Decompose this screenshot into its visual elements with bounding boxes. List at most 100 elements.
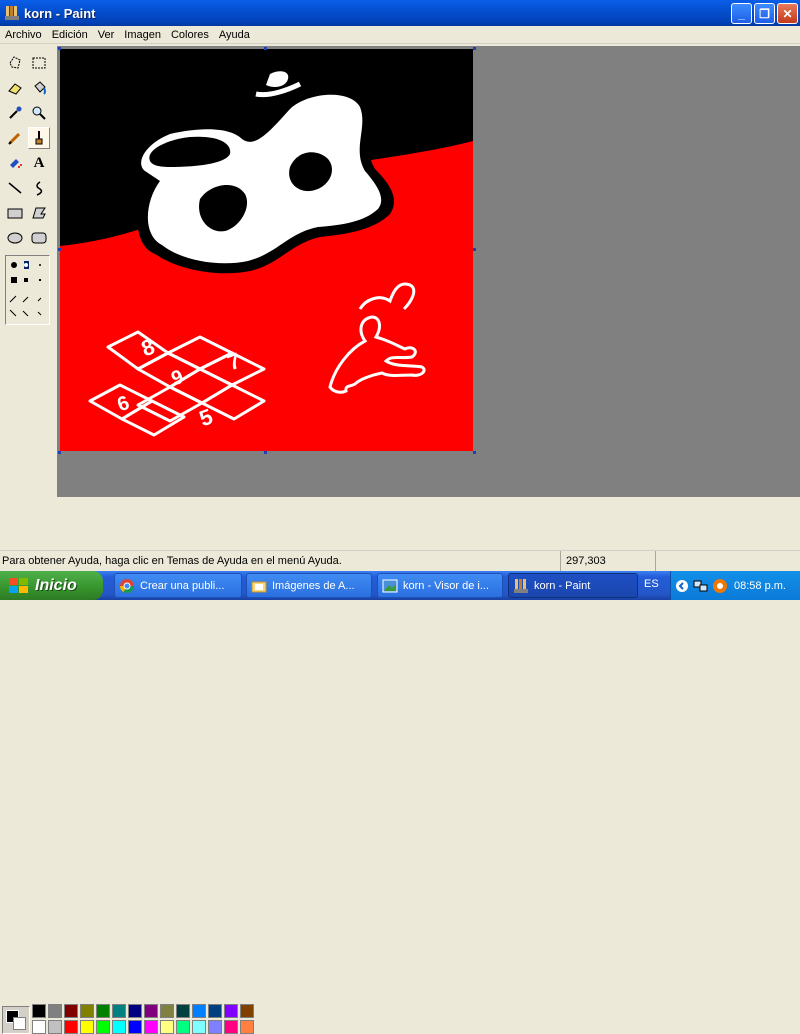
palette-swatch[interactable]	[192, 1004, 206, 1018]
palette-swatch[interactable]	[160, 1004, 174, 1018]
tool-eraser[interactable]	[4, 77, 26, 99]
palette-swatch[interactable]	[96, 1020, 110, 1034]
tool-airbrush[interactable]	[4, 152, 26, 174]
tool-magnifier[interactable]	[28, 102, 50, 124]
palette-swatch[interactable]	[144, 1020, 158, 1034]
rounded-rectangle-icon	[31, 232, 47, 244]
paint-app-icon	[5, 6, 19, 20]
free-select-icon	[9, 56, 21, 69]
tool-polygon[interactable]	[28, 202, 50, 224]
minimize-icon: _	[738, 6, 745, 21]
resize-handle	[58, 248, 61, 251]
current-colors	[2, 1006, 30, 1034]
start-button[interactable]: Inicio	[0, 571, 103, 600]
clock[interactable]: 08:58 p.m.	[734, 580, 786, 592]
palette-swatch[interactable]	[224, 1004, 238, 1018]
language-indicator[interactable]: ES	[644, 578, 659, 590]
palette-swatch[interactable]	[240, 1020, 254, 1034]
drawing-canvas[interactable]: 8 9 7 6 5	[60, 49, 473, 451]
palette-swatch[interactable]	[48, 1020, 62, 1034]
menu-imagen[interactable]: Imagen	[119, 29, 166, 41]
palette-swatch[interactable]	[160, 1020, 174, 1034]
palette-swatch[interactable]	[144, 1004, 158, 1018]
eraser-icon	[8, 83, 22, 95]
eyedropper-icon	[9, 106, 22, 119]
palette-swatch[interactable]	[176, 1004, 190, 1018]
palette-swatch[interactable]	[112, 1004, 126, 1018]
network-icon[interactable]	[693, 578, 709, 594]
task-paint[interactable]: korn - Paint	[508, 573, 638, 598]
background-color	[13, 1017, 26, 1030]
palette-swatch[interactable]	[192, 1020, 206, 1034]
tool-ellipse[interactable]	[4, 227, 26, 249]
tool-color-picker[interactable]	[4, 102, 26, 124]
tool-text[interactable]: A	[28, 152, 50, 174]
text-tool-icon: A	[33, 154, 45, 171]
avast-icon[interactable]	[712, 578, 728, 594]
palette-swatch[interactable]	[176, 1020, 190, 1034]
palette-swatch[interactable]	[240, 1004, 254, 1018]
system-tray: 08:58 p.m.	[670, 571, 800, 600]
palette-swatch[interactable]	[96, 1004, 110, 1018]
palette-swatch[interactable]	[224, 1020, 238, 1034]
menu-archivo[interactable]: Archivo	[0, 29, 47, 41]
tool-fill[interactable]	[28, 77, 50, 99]
tool-curve[interactable]	[28, 177, 50, 199]
resize-handle-corner[interactable]	[473, 451, 476, 454]
status-message: Para obtener Ayuda, haga clic en Temas d…	[2, 555, 342, 567]
palette-swatch[interactable]	[128, 1020, 142, 1034]
tool-rounded-rectangle[interactable]	[28, 227, 50, 249]
menu-edicion[interactable]: Edición	[47, 29, 93, 41]
palette-swatch[interactable]	[32, 1020, 46, 1034]
curve-icon	[36, 181, 43, 196]
taskbar: Inicio Crear una publi... Imágenes de A.…	[0, 571, 800, 600]
airbrush-icon	[10, 159, 22, 168]
resize-handle-right[interactable]	[473, 248, 476, 251]
menu-colores[interactable]: Colores	[166, 29, 214, 41]
palette-swatch[interactable]	[128, 1004, 142, 1018]
tool-rect-select[interactable]	[28, 52, 50, 74]
close-button[interactable]: ✕	[777, 3, 798, 24]
palette-swatch[interactable]	[64, 1004, 78, 1018]
menu-ayuda[interactable]: Ayuda	[214, 29, 255, 41]
palette-swatch[interactable]	[32, 1004, 46, 1018]
task-image-viewer[interactable]: korn - Visor de i...	[377, 573, 503, 598]
windows-logo-icon	[9, 577, 28, 593]
magnifier-icon	[32, 106, 46, 120]
maximize-button[interactable]: ❐	[754, 3, 775, 24]
tool-line[interactable]	[4, 177, 26, 199]
tool-rectangle[interactable]	[4, 202, 26, 224]
palette-swatch[interactable]	[80, 1020, 94, 1034]
rect-select-icon	[32, 57, 46, 69]
task-chrome[interactable]: Crear una publi...	[114, 573, 242, 598]
folder-images-icon	[251, 581, 267, 592]
palette-swatch[interactable]	[208, 1004, 222, 1018]
palette-swatch[interactable]	[48, 1004, 62, 1018]
task-label: korn - Paint	[534, 579, 591, 592]
tool-free-select[interactable]	[4, 52, 26, 74]
resize-handle	[58, 47, 61, 50]
color-palette	[0, 498, 800, 1034]
resize-handle	[473, 47, 476, 50]
brush-shapes[interactable]	[6, 256, 49, 324]
task-images-folder[interactable]: Imágenes de A...	[246, 573, 372, 598]
canvas-image[interactable]	[60, 49, 473, 451]
tool-pencil[interactable]	[4, 127, 26, 149]
task-label: Crear una publi...	[140, 579, 225, 592]
task-label: Imágenes de A...	[272, 579, 355, 592]
resize-handle-bottom[interactable]	[264, 451, 267, 454]
palette-swatch[interactable]	[112, 1020, 126, 1034]
chrome-icon	[120, 578, 134, 593]
palette-swatch[interactable]	[208, 1020, 222, 1034]
menu-ver[interactable]: Ver	[93, 29, 120, 41]
brush-options	[5, 255, 50, 325]
show-hidden-icons-button[interactable]	[675, 579, 689, 593]
work-area[interactable]: 8 9 7 6 5	[57, 46, 800, 497]
status-bar: Para obtener Ayuda, haga clic en Temas d…	[0, 550, 800, 572]
minimize-button[interactable]: _	[731, 3, 752, 24]
palette-swatch[interactable]	[64, 1020, 78, 1034]
image-viewer-icon	[382, 579, 398, 592]
palette-swatch[interactable]	[80, 1004, 94, 1018]
resize-handle	[58, 451, 61, 454]
tool-brush[interactable]	[28, 127, 50, 149]
